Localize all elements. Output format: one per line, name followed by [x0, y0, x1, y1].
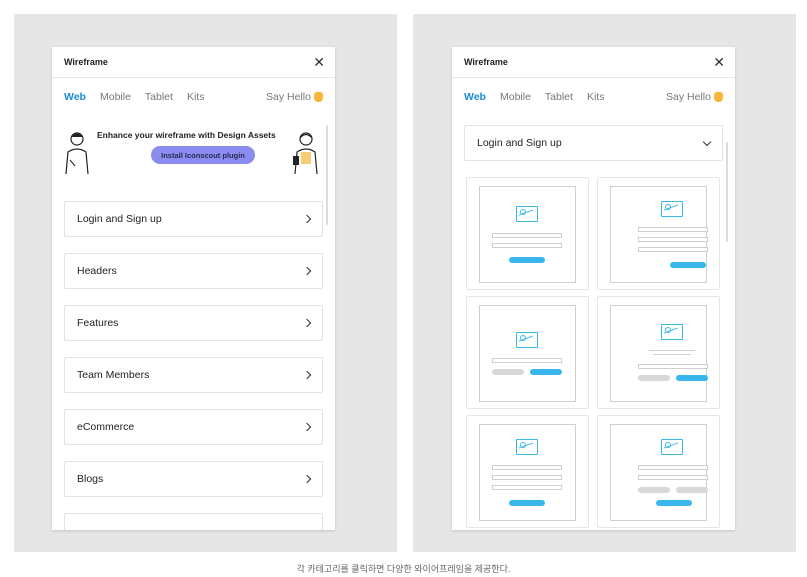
wire-line — [492, 475, 562, 480]
chevron-right-icon — [302, 422, 312, 432]
wire-button — [509, 257, 545, 263]
category-label: Headers — [77, 265, 117, 277]
chevron-right-icon — [302, 474, 312, 484]
say-hello-label: Say Hello — [266, 91, 311, 103]
wire-button-secondary — [638, 487, 670, 493]
template-preview — [479, 424, 576, 521]
category-item[interactable]: eCommerce — [64, 409, 323, 445]
image-placeholder-icon — [516, 439, 538, 455]
wire-button — [509, 500, 545, 506]
category-item[interactable]: Features — [64, 305, 323, 341]
wire-line — [638, 465, 708, 470]
wire-line — [638, 247, 708, 252]
tab-kits[interactable]: Kits — [187, 91, 205, 103]
tab-kits[interactable]: Kits — [587, 91, 605, 103]
tab-mobile[interactable]: Mobile — [100, 91, 131, 103]
wireframe-panel-categories: Wireframe ✕ Web Mobile Tablet Kits Say H… — [52, 47, 335, 530]
promo-banner: Enhance your wireframe with Design Asset… — [62, 120, 325, 180]
template-preview — [610, 424, 708, 521]
category-label: eCommerce — [77, 421, 135, 433]
chevron-right-icon — [302, 370, 312, 380]
tab-bar: Web Mobile Tablet Kits Say Hello — [452, 78, 735, 116]
wire-line — [649, 350, 695, 351]
chevron-down-icon — [702, 137, 712, 146]
wire-button — [656, 500, 692, 506]
panel-header: Wireframe ✕ — [452, 47, 735, 78]
category-label: Features — [77, 317, 119, 329]
template-preview — [479, 186, 576, 283]
category-list: Login and Sign up Headers Features Team … — [64, 201, 323, 530]
person-with-phone-illustration-icon — [293, 132, 318, 174]
panel-title: Wireframe — [464, 57, 508, 67]
tab-web[interactable]: Web — [464, 91, 486, 103]
close-icon[interactable]: ✕ — [713, 55, 725, 69]
chevron-right-icon — [302, 318, 312, 328]
tab-bar: Web Mobile Tablet Kits Say Hello — [52, 78, 335, 116]
banner-text: Enhance your wireframe with Design Asset… — [97, 130, 276, 140]
template-card[interactable] — [466, 415, 589, 528]
category-item[interactable]: Login and Sign up — [64, 201, 323, 237]
template-grid — [466, 177, 720, 528]
tab-tablet[interactable]: Tablet — [545, 91, 573, 103]
wire-line — [653, 354, 691, 355]
category-label: Login and Sign up — [77, 213, 162, 225]
wire-line — [638, 237, 708, 242]
wire-button — [676, 375, 708, 381]
wire-button — [670, 262, 706, 268]
wire-line — [492, 485, 562, 490]
category-item[interactable]: Headers — [64, 253, 323, 289]
wire-line — [638, 364, 708, 369]
waving-hand-icon — [314, 92, 323, 102]
wire-button-secondary — [492, 369, 524, 375]
panel-title: Wireframe — [64, 57, 108, 67]
tab-tablet[interactable]: Tablet — [145, 91, 173, 103]
template-preview — [479, 305, 576, 402]
say-hello-link[interactable]: Say Hello — [666, 91, 723, 103]
wire-line — [492, 465, 562, 470]
wire-line — [638, 475, 708, 480]
category-dropdown-value: Login and Sign up — [477, 137, 562, 149]
wire-button-secondary — [638, 375, 670, 381]
say-hello-link[interactable]: Say Hello — [266, 91, 323, 103]
template-card[interactable] — [597, 415, 720, 528]
template-card[interactable] — [597, 296, 720, 409]
category-label: Blogs — [77, 473, 104, 485]
image-placeholder-icon — [661, 201, 683, 217]
template-card[interactable] — [466, 177, 589, 290]
wire-button-secondary — [676, 487, 708, 493]
category-item-partial[interactable] — [64, 513, 323, 530]
chevron-right-icon — [302, 266, 312, 276]
panel-header: Wireframe ✕ — [52, 47, 335, 78]
chevron-right-icon — [302, 214, 312, 224]
tab-mobile[interactable]: Mobile — [500, 91, 531, 103]
category-dropdown[interactable]: Login and Sign up — [464, 125, 723, 161]
install-plugin-button[interactable]: Install Iconscout plugin — [151, 146, 255, 164]
image-placeholder-icon — [516, 332, 538, 348]
wire-line — [492, 233, 562, 238]
category-item[interactable]: Blogs — [64, 461, 323, 497]
image-caption: 각 카테고리를 클릭하면 다양한 와이어프레임을 제공한다. — [296, 564, 511, 574]
category-item[interactable]: Team Members — [64, 357, 323, 393]
panel-scrollbar[interactable] — [726, 142, 728, 242]
wire-line — [638, 227, 708, 232]
wire-button — [530, 369, 562, 375]
say-hello-label: Say Hello — [666, 91, 711, 103]
template-preview — [610, 305, 708, 402]
panel-scrollbar[interactable] — [326, 125, 328, 225]
waving-hand-icon — [714, 92, 723, 102]
tab-web[interactable]: Web — [64, 91, 86, 103]
image-placeholder-icon — [516, 206, 538, 222]
wire-line — [492, 243, 562, 248]
image-placeholder-icon — [661, 439, 683, 455]
wire-line — [492, 358, 562, 363]
image-placeholder-icon — [661, 324, 683, 340]
template-card[interactable] — [597, 177, 720, 290]
wireframe-panel-templates: Wireframe ✕ Web Mobile Tablet Kits Say H… — [452, 47, 735, 530]
person-illustration-icon — [65, 132, 89, 174]
category-label: Team Members — [77, 369, 150, 381]
close-icon[interactable]: ✕ — [313, 55, 325, 69]
template-preview — [610, 186, 708, 283]
template-card[interactable] — [466, 296, 589, 409]
